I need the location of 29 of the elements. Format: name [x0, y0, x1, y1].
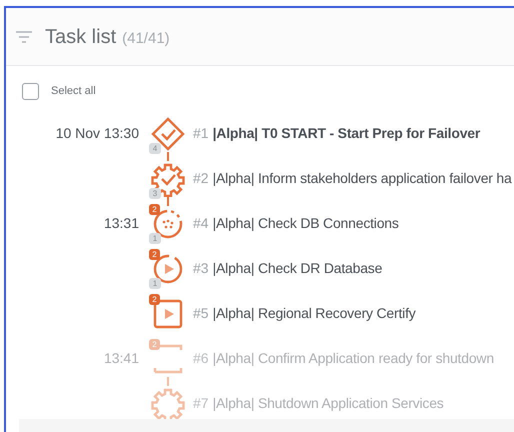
task-number: #3 [193, 259, 209, 278]
task-number: #5 [193, 304, 209, 323]
task-title[interactable]: |Alpha| Regional Recovery Certify [212, 303, 416, 324]
task-number: #2 [193, 169, 209, 188]
task-count: (41/41) [122, 28, 170, 48]
task-number: #6 [193, 349, 209, 368]
task-time: 10 Nov 13:30 [54, 124, 139, 143]
task-status-icon[interactable] [150, 116, 186, 152]
task-number: #7 [193, 394, 209, 413]
task-title[interactable]: |Alpha| T0 START - Start Prep for Failover [212, 123, 480, 144]
task-title[interactable]: |Alpha| Check DR Database [212, 258, 382, 279]
select-all-label: Select all [51, 84, 96, 100]
task-title[interactable]: |Alpha| Inform stakeholders application failover ha [212, 168, 512, 189]
task-title[interactable]: |Alpha| Check DB Connections [212, 213, 399, 234]
count-badge: 2 [149, 204, 160, 214]
count-badge: 1 [149, 278, 161, 288]
count-badge: 2 [149, 338, 160, 350]
task-number: #1 [193, 124, 209, 143]
select-all-checkbox[interactable] [22, 83, 39, 100]
count-badge: 4 [149, 142, 161, 154]
count-badge: 2 [149, 294, 160, 304]
panel-title: Task list [45, 24, 116, 50]
task-time: 13:31 [102, 214, 139, 233]
task-number: #4 [193, 214, 209, 233]
task-time: 13:41 [102, 349, 139, 368]
count-badge: 1 [149, 232, 161, 244]
count-badge: 2 [149, 248, 160, 260]
filter-icon[interactable] [15, 30, 33, 42]
count-badge: 3 [149, 188, 161, 198]
